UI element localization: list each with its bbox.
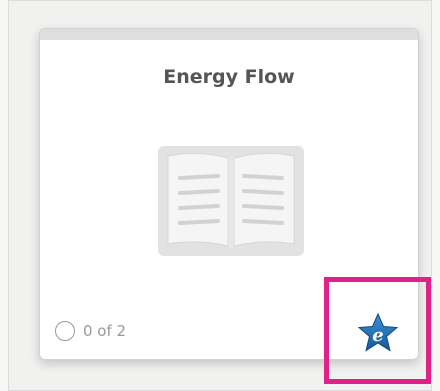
- progress-circle-icon: [55, 321, 75, 341]
- card-container: Energy Flow 0 of 2 e: [8, 0, 432, 391]
- highlight-box: [324, 277, 431, 384]
- progress-text: 0 of 2: [83, 322, 127, 340]
- open-book-icon: [158, 146, 304, 256]
- card-header-bar: [40, 29, 418, 40]
- progress-indicator: 0 of 2: [55, 321, 126, 341]
- card-title: Energy Flow: [163, 66, 295, 88]
